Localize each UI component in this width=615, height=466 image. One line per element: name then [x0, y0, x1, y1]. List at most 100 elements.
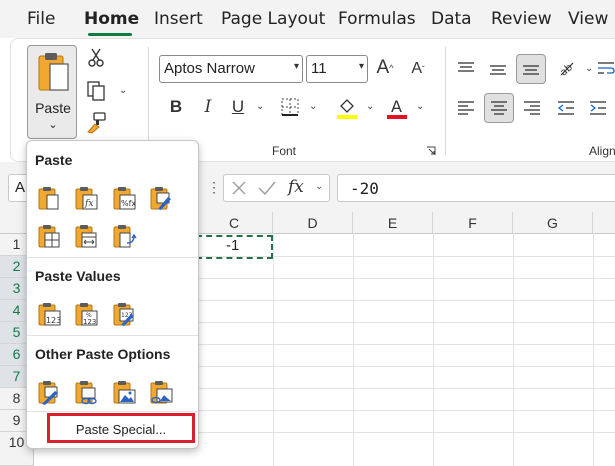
borders-chevron-icon[interactable]: ⌄	[309, 101, 317, 112]
paste-formulas-number-formatting-icon[interactable]: %fx	[111, 185, 137, 211]
font-size-select[interactable]: 11 ▾	[306, 55, 368, 83]
decrease-font-size-button[interactable]: Aˇ	[407, 57, 429, 81]
borders-button[interactable]	[279, 95, 301, 119]
column-header-d[interactable]: D	[273, 212, 353, 234]
decrease-indent-icon	[557, 101, 574, 115]
italic-button[interactable]: I	[197, 95, 219, 119]
paste-link-icon[interactable]	[73, 379, 99, 405]
align-left-icon	[458, 101, 474, 115]
increase-indent-button[interactable]	[587, 97, 609, 119]
borders-icon	[281, 98, 299, 116]
clipboard-icon	[38, 53, 69, 91]
paste-keep-source-formatting-icon[interactable]	[148, 185, 174, 211]
align-middle-button[interactable]	[487, 59, 509, 81]
tab-formulas[interactable]: Formulas	[338, 9, 416, 29]
paste-button[interactable]: Paste ⌄	[27, 45, 77, 139]
increase-font-size-button[interactable]: A ^	[373, 55, 397, 81]
paste-icon[interactable]	[36, 185, 62, 211]
ribbon-tabs: File Home Insert Page Layout Formulas Da…	[0, 0, 615, 38]
underline-button[interactable]: U	[227, 95, 249, 119]
chevron-down-icon: ▾	[358, 61, 364, 72]
wrap-text-button[interactable]	[596, 57, 615, 79]
svg-text:fx: fx	[84, 199, 93, 209]
paste-values-source-formatting-icon[interactable]: 123	[111, 301, 137, 327]
chevron-down-icon: ▾	[293, 61, 299, 72]
column-header-h[interactable]	[593, 212, 615, 234]
paste-no-borders-icon[interactable]	[36, 223, 62, 249]
copy-icon	[87, 81, 105, 101]
align-right-icon	[524, 101, 540, 115]
align-right-button[interactable]	[521, 97, 543, 119]
scissors-icon	[88, 48, 104, 67]
paste-formulas-icon[interactable]: fx	[73, 185, 99, 211]
menu-divider	[27, 335, 198, 336]
cancel-icon[interactable]	[230, 179, 248, 197]
paste-formatting-icon[interactable]	[36, 379, 62, 405]
tab-page-layout[interactable]: Page Layout	[221, 9, 325, 29]
align-left-button[interactable]	[455, 97, 477, 119]
column-header-e[interactable]: E	[353, 212, 433, 234]
font-size-value: 11	[311, 60, 327, 77]
align-top-icon	[458, 62, 474, 72]
align-middle-icon	[490, 65, 506, 75]
paste-transpose-icon[interactable]	[111, 223, 137, 249]
font-color-button[interactable]: A	[386, 95, 408, 121]
column-header-c[interactable]: C	[196, 212, 273, 234]
insert-function-button[interactable]: fx	[288, 177, 304, 197]
align-bottom-button[interactable]	[516, 54, 546, 84]
cut-button[interactable]	[85, 47, 107, 69]
menu-divider	[27, 257, 198, 258]
separator	[445, 47, 446, 155]
separator	[148, 47, 149, 155]
fill-color-button[interactable]	[336, 95, 358, 121]
copy-button[interactable]	[85, 79, 107, 103]
paste-keep-column-widths-icon[interactable]	[73, 223, 99, 249]
paste-special-menu-item[interactable]: Paste Special...	[47, 413, 195, 443]
paint-bucket-icon	[337, 99, 357, 119]
column-header-g[interactable]: G	[513, 212, 593, 234]
tab-view[interactable]: View	[568, 9, 608, 29]
menu-divider	[27, 411, 198, 412]
chevron-down-icon: ⌄	[48, 119, 58, 131]
underline-chevron-icon[interactable]: ⌄	[256, 101, 264, 112]
svg-text:123: 123	[46, 316, 61, 325]
paste-values-number-formatting-icon[interactable]: %123	[73, 301, 99, 327]
chevron-down-icon[interactable]: ⌄	[315, 181, 323, 192]
font-group-label: Font	[272, 144, 297, 158]
paste-picture-icon[interactable]	[111, 379, 137, 405]
active-tab-indicator	[88, 33, 132, 36]
alignment-group-label: Align	[589, 144, 615, 158]
tab-insert[interactable]: Insert	[154, 9, 203, 29]
formula-tools: fx ⌄	[223, 174, 330, 202]
font-dialog-launcher[interactable]	[425, 145, 437, 157]
tab-data[interactable]: Data	[431, 9, 472, 29]
copy-chevron-icon[interactable]: ⌄	[119, 85, 127, 96]
svg-text:%fx: %fx	[121, 199, 136, 208]
wrap-text-icon	[598, 62, 615, 74]
tab-home[interactable]: Home	[84, 9, 139, 29]
font-name-value: Aptos Narrow	[164, 60, 255, 77]
formula-input[interactable]: -20	[337, 174, 615, 202]
font-color-chevron-icon[interactable]: ⌄	[416, 101, 424, 112]
font-name-select[interactable]: Aptos Narrow ▾	[159, 55, 303, 83]
section-other-paste-options-heading: Other Paste Options	[35, 346, 171, 362]
align-center-button[interactable]	[484, 93, 514, 123]
font-color-icon: A	[387, 97, 407, 119]
paste-linked-picture-icon[interactable]	[148, 379, 174, 405]
decrease-indent-button[interactable]	[555, 97, 577, 119]
orientation-button[interactable]: ab	[556, 57, 578, 79]
more-icon[interactable]: ⋮	[207, 179, 221, 196]
align-top-button[interactable]	[455, 57, 477, 79]
tab-review[interactable]: Review	[491, 9, 552, 29]
tab-file[interactable]: File	[27, 9, 55, 29]
format-painter-button[interactable]	[85, 111, 107, 135]
fill-color-chevron-icon[interactable]: ⌄	[366, 101, 374, 112]
bold-button[interactable]: B	[165, 95, 187, 119]
text-orientation-icon: ab	[558, 62, 575, 78]
paste-values-icon[interactable]: 123	[36, 301, 62, 327]
paintbrush-icon	[87, 112, 106, 134]
enter-check-icon[interactable]	[257, 179, 277, 197]
orientation-chevron-icon[interactable]: ⌄	[585, 63, 593, 74]
column-header-f[interactable]: F	[433, 212, 513, 234]
section-paste-values-heading: Paste Values	[35, 268, 121, 284]
